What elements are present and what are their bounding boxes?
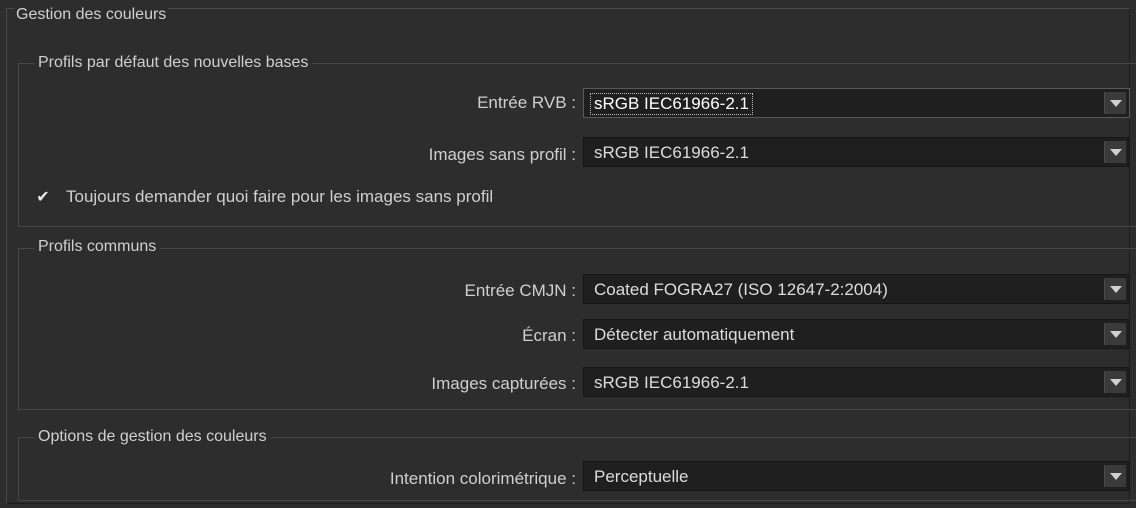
panel-title: Gestion des couleurs	[14, 6, 169, 24]
rgb-input-select[interactable]: sRGB IEC61966-2.1	[583, 88, 1130, 118]
rendering-intent-value: Perceptuelle	[594, 467, 689, 486]
untagged-images-label: Images sans profil :	[428, 145, 576, 164]
display-label: Écran :	[522, 326, 576, 345]
chevron-down-icon[interactable]	[1104, 92, 1126, 114]
common-profiles-title: Profils communs	[34, 238, 161, 256]
cmyk-input-label: Entrée CMJN :	[464, 281, 576, 300]
untagged-images-select[interactable]: sRGB IEC61966-2.1	[583, 137, 1130, 167]
display-value: Détecter automatiquement	[594, 325, 795, 344]
color-management-options-title: Options de gestion des couleurs	[34, 428, 271, 446]
checkmark-icon[interactable]: ✔	[36, 189, 50, 206]
captured-images-value: sRGB IEC61966-2.1	[594, 373, 749, 392]
rendering-intent-label: Intention colorimétrique :	[389, 469, 576, 488]
chevron-down-icon[interactable]	[1104, 371, 1126, 393]
display-select[interactable]: Détecter automatiquement	[583, 319, 1130, 349]
chevron-down-icon[interactable]	[1104, 323, 1126, 345]
chevron-down-icon[interactable]	[1104, 278, 1126, 300]
untagged-images-value: sRGB IEC61966-2.1	[594, 143, 749, 162]
rgb-input-value: sRGB IEC61966-2.1	[590, 93, 753, 115]
captured-images-label: Images capturées :	[431, 374, 576, 393]
rgb-input-label: Entrée RVB :	[477, 93, 576, 112]
chevron-down-icon[interactable]	[1104, 141, 1126, 163]
always-ask-checkbox-row[interactable]: ✔ Toujours demander quoi faire pour les …	[36, 186, 493, 208]
cmyk-input-value: Coated FOGRA27 (ISO 12647-2:2004)	[594, 280, 888, 299]
default-profiles-title: Profils par défaut des nouvelles bases	[34, 54, 313, 72]
chevron-down-icon[interactable]	[1104, 465, 1126, 487]
cmyk-input-select[interactable]: Coated FOGRA27 (ISO 12647-2:2004)	[583, 274, 1130, 304]
rendering-intent-select[interactable]: Perceptuelle	[583, 461, 1130, 491]
always-ask-label[interactable]: Toujours demander quoi faire pour les im…	[66, 187, 493, 207]
captured-images-select[interactable]: sRGB IEC61966-2.1	[583, 367, 1130, 397]
